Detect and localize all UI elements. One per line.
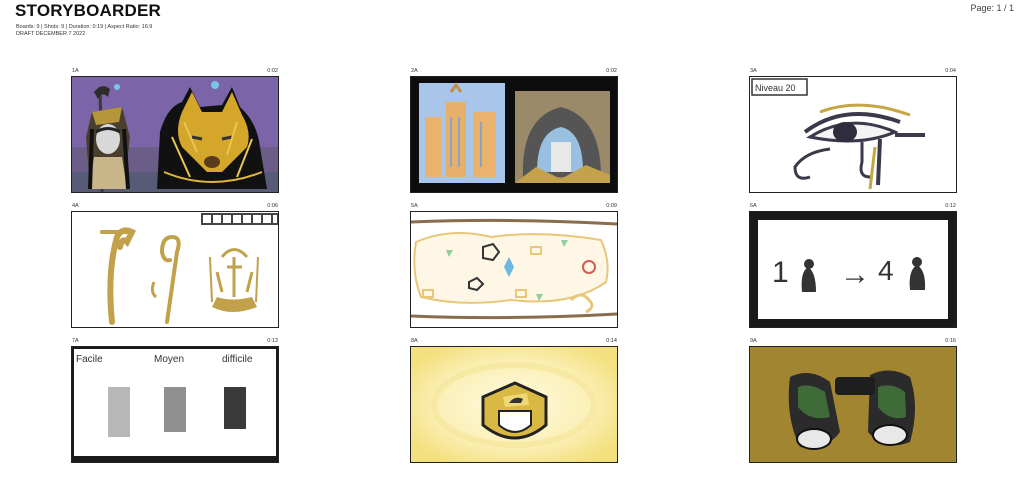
difficulty-hard-label: difficile [222, 354, 253, 365]
panel-label: 8A 0:14 [410, 337, 618, 346]
project-date: DRAFT DECEMBER 7 2022 [16, 31, 86, 37]
panel-id: 9A [750, 338, 757, 344]
panel-id: 2A [411, 68, 418, 74]
panel-duration: 0:09 [606, 203, 617, 209]
panel-duration: 0:02 [267, 68, 278, 74]
level-label: Niveau 20 [755, 83, 796, 93]
panel-id: 3A [750, 68, 757, 74]
panel-id: 8A [411, 338, 418, 344]
panel-label: 9A 0:16 [749, 337, 957, 346]
panel-label: 5A 0:09 [410, 202, 618, 211]
panel-image-egyptian-staffs [71, 211, 279, 328]
project-meta: Boards: 9 | Shots: 9 | Duration: 0:19 | … [16, 24, 152, 38]
panel-duration: 0:16 [945, 338, 956, 344]
arrow-glyph: → [840, 258, 870, 291]
panel-id: 7A [72, 338, 79, 344]
panel-image-pharaoh-anubis [71, 76, 279, 193]
project-stats: Boards: 9 | Shots: 9 | Duration: 0:19 | … [16, 24, 153, 30]
page-indicator: Page: 1 / 1 [970, 3, 1014, 13]
panel-label: 2A 0:02 [410, 67, 618, 76]
panel-label: 4A 0:06 [71, 202, 279, 211]
panel-duration: 0:06 [267, 203, 278, 209]
panel-image-binoculars [749, 346, 957, 463]
panel-image-golden-ring [410, 346, 618, 463]
panel-id: 4A [72, 203, 79, 209]
panel-id: 5A [411, 203, 418, 209]
panel-label: 6A 0:12 [749, 202, 957, 211]
difficulty-easy-label: Facile [76, 354, 103, 365]
panel-duration: 0:14 [606, 338, 617, 344]
difficulty-medium-label: Moyen [154, 354, 184, 365]
panel-duration: 0:13 [267, 338, 278, 344]
panel-id: 6A [750, 203, 757, 209]
panel-duration: 0:12 [945, 203, 956, 209]
count-four: 4 [878, 255, 894, 286]
app-title: STORYBOARDER [15, 1, 161, 20]
panel-image-city-and-cave [410, 76, 618, 193]
panel-label: 7A 0:13 [71, 337, 279, 346]
panel-image-one-to-four: 1 → 4 [749, 211, 957, 328]
panel-label: 1A 0:02 [71, 67, 279, 76]
panel-id: 1A [72, 68, 79, 74]
panel-label: 3A 0:04 [749, 67, 957, 76]
panel-image-papyrus-map [410, 211, 618, 328]
panel-image-difficulty-levels: Facile Moyen difficile [71, 346, 279, 463]
panel-duration: 0:04 [945, 68, 956, 74]
count-one: 1 [772, 256, 789, 289]
panel-duration: 0:02 [606, 68, 617, 74]
panel-image-eye-of-horus: Niveau 20 [749, 76, 957, 193]
